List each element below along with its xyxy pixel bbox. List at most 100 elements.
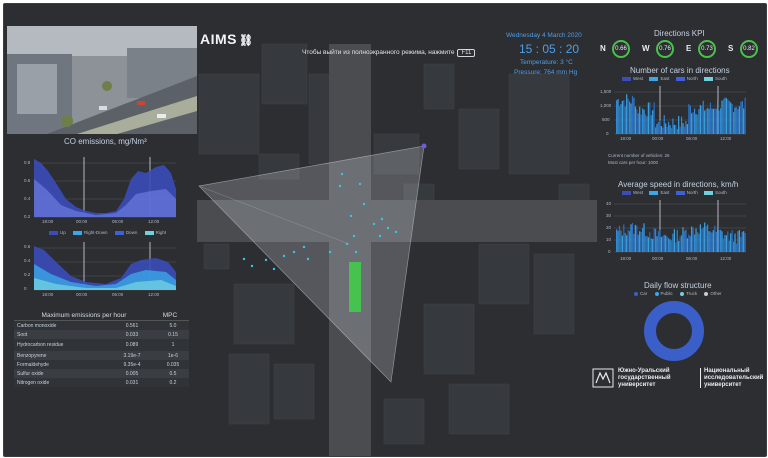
co-ytick-1: 0.6 [24, 178, 31, 183]
logo-text: AIMS [200, 31, 237, 47]
chart-bar [679, 126, 681, 134]
cars-legend: West East North South [622, 76, 727, 81]
cars-ytick-0: 1,500 [600, 89, 612, 94]
chart-bar [624, 106, 626, 134]
chart-bar [618, 106, 621, 134]
date-label: Wednesday 4 March 2020 [506, 32, 582, 39]
chart-bar [714, 108, 716, 134]
cars-xtick-0: 18:00 [620, 136, 632, 141]
chart-bar [659, 119, 661, 134]
chart-bar [715, 108, 717, 134]
chart-bar [727, 99, 729, 134]
temperature-label: Temperature: 3 °C [520, 59, 573, 66]
cars-note-most: Most cars per hour: 1000 [608, 160, 659, 165]
chart-bar [663, 234, 665, 252]
chart-bar [617, 230, 619, 252]
chart-bar [711, 232, 713, 252]
chart-bar [637, 234, 639, 252]
chart-bar [616, 229, 618, 252]
cars-ytick-2: 500 [602, 117, 610, 122]
chart-bar [698, 233, 700, 252]
chart-bar [656, 236, 658, 252]
speed-legend: West East North South [622, 190, 727, 195]
chart-bar [683, 230, 686, 252]
chart-bar [676, 129, 678, 134]
speed-ytick-4: 0 [608, 249, 611, 254]
chart-bar [715, 231, 717, 252]
chart-bar [679, 236, 681, 252]
chart-bar [721, 231, 723, 252]
row-value: 0.033 [125, 331, 139, 338]
chart-bar [627, 230, 629, 252]
chart-bar [630, 224, 632, 252]
chart-bar [735, 243, 738, 252]
kpi-ring-w: 0.76 [656, 40, 674, 58]
chart-bar [714, 225, 716, 252]
chart-bar [629, 101, 631, 134]
university-divider [700, 368, 701, 388]
speed-ytick-2: 20 [606, 225, 612, 230]
chart-bar [633, 97, 635, 134]
kpi-ring-s: 0.82 [740, 40, 758, 58]
chart-bar [695, 228, 697, 252]
chart-bar [685, 121, 687, 134]
chart-bar [705, 226, 707, 252]
co-xtick-2: 06:00 [112, 219, 124, 224]
chart-bar [696, 232, 699, 252]
row-value: 0.031 [125, 379, 139, 386]
dashboard-screen: AIMS ⛓ Чтобы выйти из полноэкранного режи… [3, 3, 767, 457]
co2-xtick-3: 12:00 [148, 292, 160, 297]
table-row: Benzopyrene 3.19e-7 1e-6 [14, 351, 189, 360]
chart-bar [647, 102, 649, 134]
chart-bar [630, 103, 632, 134]
row-value: 9.35e-4 [123, 361, 141, 368]
co-xtick-3: 12:00 [148, 219, 160, 224]
chart-bar [724, 97, 726, 134]
camera-feed[interactable] [7, 26, 197, 134]
cars-legend-2: North [686, 76, 698, 81]
chart-bar [709, 102, 712, 134]
chart-bar [696, 114, 699, 134]
chart-bar [623, 224, 625, 252]
chart-bar [730, 233, 732, 252]
university-name-left: Южно-Уральский государственный университ… [618, 368, 671, 388]
table-row: Soot 0.033 0.15 [14, 330, 189, 339]
chart-bar [688, 103, 690, 134]
chart-bar [626, 94, 628, 134]
co-xtick-0: 18:00 [42, 219, 54, 224]
chart-bar [724, 234, 726, 252]
co-ytick-2: 0.4 [24, 196, 31, 201]
chart-bar [708, 231, 710, 252]
row-mpc: 1e-6 [167, 352, 178, 359]
chart-bar [734, 233, 736, 252]
chart-bar [652, 238, 654, 252]
co2-xtick-2: 06:00 [112, 292, 124, 297]
chart-bar [636, 109, 638, 134]
co2-xtick-0: 18:00 [42, 292, 54, 297]
co-emissions-chart [34, 157, 176, 218]
cars-legend-1: East [660, 76, 670, 81]
table-row: Hydrocarbon residue 0.089 1 [14, 339, 189, 351]
chart-bar [691, 226, 693, 252]
chart-bar [631, 95, 634, 134]
flow-legend-1: Public [660, 291, 673, 296]
flow-chart-title: Daily flow structure [644, 281, 712, 290]
chart-bar [633, 233, 635, 252]
kpi-dir-e: E [686, 44, 692, 53]
chart-bar [741, 231, 743, 252]
chart-bar [692, 112, 694, 134]
chart-bar [668, 121, 670, 134]
chart-bar [717, 101, 719, 134]
speed-xtick-1: 00:00 [652, 256, 664, 261]
chart-bar [672, 233, 674, 252]
chart-bar [666, 126, 668, 134]
chart-bar [721, 100, 723, 134]
chart-bar [621, 235, 623, 252]
chart-bar [701, 229, 703, 252]
chart-bar [704, 110, 706, 134]
chart-bar [649, 102, 651, 134]
chart-bar [708, 108, 710, 134]
speed-legend-1: East [660, 190, 670, 195]
co-stacked-chart [34, 242, 176, 291]
chart-bar [659, 229, 661, 252]
